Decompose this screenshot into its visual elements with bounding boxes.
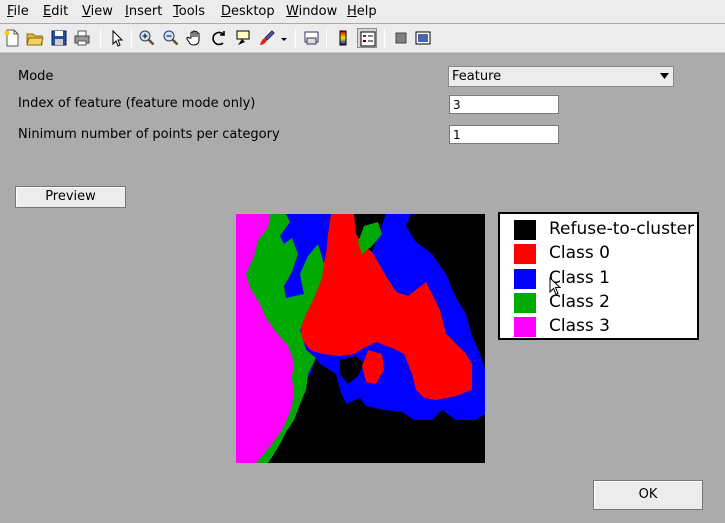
toolbar-separator xyxy=(131,28,132,48)
hide-plot-tools-icon[interactable] xyxy=(391,28,411,48)
index-of-feature-label: Index of feature (feature mode only) xyxy=(18,96,256,111)
preview-button[interactable]: Preview xyxy=(15,186,126,208)
zoom-in-icon[interactable] xyxy=(137,28,157,48)
menu-help[interactable]: Help xyxy=(347,4,377,19)
toolbar-separator xyxy=(295,28,296,48)
select-arrow-icon[interactable] xyxy=(107,28,127,48)
rotate-3d-icon[interactable] xyxy=(209,28,229,48)
menu-bar: File Edit View Insert Tools Desktop Wind… xyxy=(0,0,725,23)
zoom-out-icon[interactable] xyxy=(161,28,181,48)
legend-box: Refuse-to-cluster Class 0 Class 1 Class … xyxy=(498,212,699,340)
legend-swatch xyxy=(514,244,536,264)
print-icon[interactable] xyxy=(72,28,92,48)
toolbar-separator xyxy=(384,28,385,48)
dropdown-arrow-icon[interactable] xyxy=(279,28,289,48)
menu-tools[interactable]: Tools xyxy=(173,4,205,19)
colorbar-icon[interactable] xyxy=(333,28,353,48)
new-figure-icon[interactable] xyxy=(2,28,22,48)
legend-swatch xyxy=(514,220,536,240)
show-plot-tools-icon[interactable] xyxy=(413,28,433,48)
toolbar-separator xyxy=(326,28,327,48)
mode-select[interactable]: Feature xyxy=(448,66,674,87)
figure-toolbar xyxy=(0,24,725,53)
legend-icon[interactable] xyxy=(357,28,377,48)
menu-edit[interactable]: Edit xyxy=(43,4,68,19)
link-plot-icon[interactable] xyxy=(302,28,322,48)
menu-window[interactable]: Window xyxy=(286,4,337,19)
chevron-down-icon xyxy=(660,73,669,79)
menu-file[interactable]: File xyxy=(7,4,29,19)
legend-swatch xyxy=(514,269,536,289)
menu-view[interactable]: View xyxy=(82,4,113,19)
mode-label: Mode xyxy=(18,69,54,84)
menu-desktop[interactable]: Desktop xyxy=(221,4,275,19)
data-cursor-icon[interactable] xyxy=(233,28,253,48)
legend-label: Refuse-to-cluster xyxy=(549,219,695,239)
cluster-map-image xyxy=(236,214,485,463)
brush-icon[interactable] xyxy=(257,28,277,48)
menu-insert[interactable]: Insert xyxy=(125,4,162,19)
min-points-label: Ninimum number of points per category xyxy=(18,127,280,142)
legend-swatch xyxy=(514,293,536,313)
index-of-feature-input[interactable] xyxy=(449,95,559,114)
legend-swatch xyxy=(514,317,536,337)
ok-button[interactable]: OK xyxy=(593,480,703,510)
mouse-pointer-icon xyxy=(549,277,561,296)
toolbar-separator xyxy=(100,28,101,48)
open-file-icon[interactable] xyxy=(25,28,45,48)
legend-label: Class 3 xyxy=(549,316,610,336)
mode-select-value: Feature xyxy=(452,69,502,84)
pan-hand-icon[interactable] xyxy=(185,28,205,48)
min-points-input[interactable] xyxy=(449,125,559,144)
legend-label: Class 0 xyxy=(549,243,610,263)
save-icon[interactable] xyxy=(49,28,69,48)
